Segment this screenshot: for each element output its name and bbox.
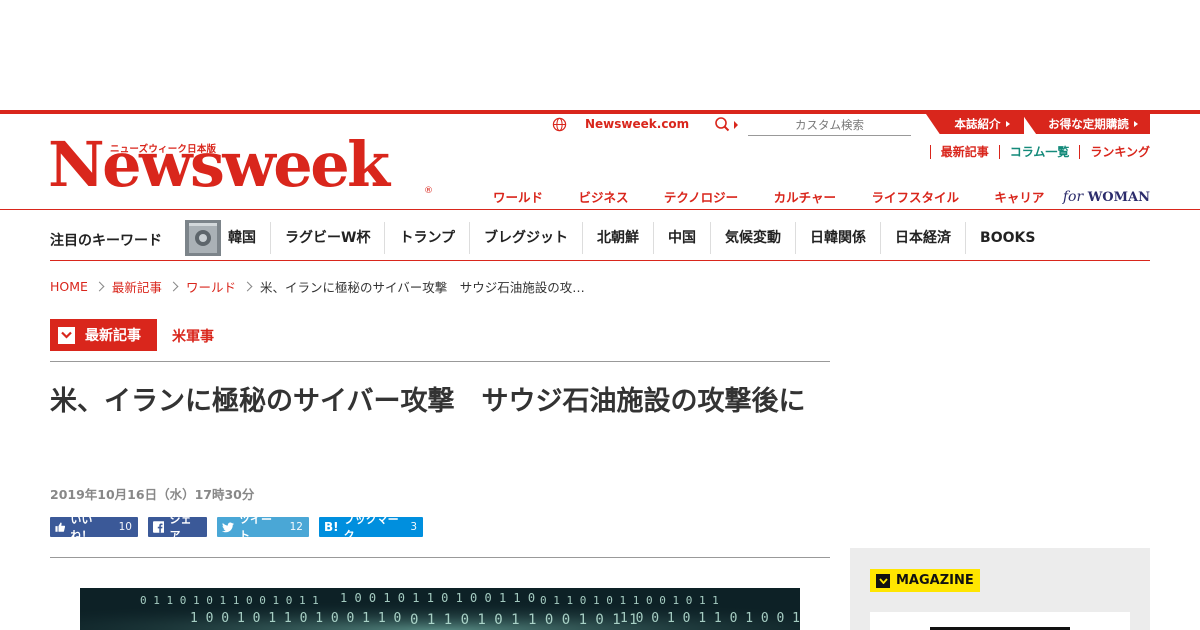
article-title: 米、イランに極秘のサイバー攻撃 サウジ石油施設の攻撃後に bbox=[50, 386, 806, 417]
keyword-thumbnail[interactable] bbox=[185, 220, 221, 256]
keyword-climate[interactable]: 気候変動 bbox=[711, 222, 797, 254]
hatena-label: ブックマーク bbox=[343, 513, 399, 542]
keyword-north-korea[interactable]: 北朝鮮 bbox=[583, 222, 655, 254]
keywords-title: 注目のキーワード bbox=[50, 233, 162, 249]
header-top-rule bbox=[0, 110, 1200, 114]
facebook-like-button[interactable]: いいね！ 10 bbox=[50, 513, 138, 542]
magazine-intro-tab[interactable]: 本誌紹介 bbox=[926, 114, 1024, 134]
breadcrumb-latest[interactable]: 最新記事 bbox=[112, 277, 162, 296]
share-bottom-rule bbox=[50, 557, 830, 558]
title-top-rule bbox=[50, 361, 830, 362]
facebook-share-button[interactable]: シェア bbox=[148, 513, 207, 542]
tweet-button[interactable]: ツイート 12 bbox=[217, 513, 309, 542]
checkbox-chevron-icon bbox=[58, 326, 75, 344]
nav-divider bbox=[0, 209, 1200, 210]
binary-row: 0 1 1 0 1 0 1 1 0 0 1 0 1 1 bbox=[540, 594, 719, 607]
chevron-right-icon bbox=[168, 281, 179, 292]
for-woman-label: WOMAN bbox=[1087, 189, 1150, 205]
nav-culture[interactable]: カルチャー bbox=[757, 187, 853, 206]
chevron-right-icon bbox=[94, 281, 105, 292]
badge-label: 最新記事 bbox=[85, 328, 141, 344]
tweet-label: ツイート bbox=[239, 513, 272, 542]
category-nav: ワールド ビジネス テクノロジー カルチャー ライフスタイル キャリア for … bbox=[476, 187, 1150, 206]
nav-for-woman[interactable]: for WOMAN bbox=[1063, 189, 1150, 205]
binary-row: 1 0 0 1 0 1 1 0 1 0 0 1 1 0 bbox=[190, 611, 401, 626]
keyword-thumbnail-image bbox=[185, 220, 221, 256]
latest-articles-link[interactable]: 最新記事 bbox=[929, 145, 999, 159]
chevron-right-icon bbox=[242, 281, 253, 292]
magazine-label[interactable]: MAGAZINE bbox=[870, 569, 980, 592]
binary-row: 0 1 1 0 1 0 1 1 0 0 1 0 1 1 bbox=[140, 594, 319, 607]
magazine-text: MAGAZINE bbox=[896, 573, 974, 588]
keyword-list: 韓国 ラグビーW杯 トランプ ブレグジット 北朝鮮 中国 気候変動 日韓関係 日… bbox=[221, 222, 1049, 254]
breadcrumb-world[interactable]: ワールド bbox=[186, 277, 236, 296]
binary-row: 0 1 1 0 1 0 1 1 0 0 1 0 1 1 bbox=[410, 612, 638, 628]
article-hero-image: 0 1 1 0 1 0 1 1 0 0 1 0 1 1 1 0 0 1 0 1 … bbox=[80, 588, 800, 630]
for-woman-prefix: for bbox=[1062, 188, 1084, 205]
breadcrumb: HOME 最新記事 ワールド 米、イランに極秘のサイバー攻撃 サウジ石油施設の攻… bbox=[50, 277, 585, 296]
keyword-rugby[interactable]: ラグビーW杯 bbox=[271, 222, 386, 254]
like-label: いいね！ bbox=[70, 513, 93, 542]
breadcrumb-home[interactable]: HOME bbox=[50, 279, 88, 294]
article-tag[interactable]: 米軍事 bbox=[172, 326, 214, 346]
ranking-link[interactable]: ランキング bbox=[1079, 145, 1150, 159]
newsweek-logo[interactable]: Newsweek bbox=[48, 134, 390, 196]
keyword-books[interactable]: BOOKS bbox=[966, 222, 1049, 254]
hatena-count: 3 bbox=[410, 521, 417, 533]
keyword-japan-korea[interactable]: 日韓関係 bbox=[796, 222, 882, 254]
newsweek-com-link[interactable]: Newsweek.com bbox=[585, 117, 689, 131]
breadcrumb-current: 米、イランに極秘のサイバー攻撃 サウジ石油施設の攻… bbox=[259, 280, 585, 295]
tweet-count: 12 bbox=[289, 521, 303, 533]
search-icon[interactable] bbox=[713, 116, 741, 134]
registered-mark: ® bbox=[424, 186, 433, 196]
keyword-brexit[interactable]: ブレグジット bbox=[470, 222, 584, 254]
binary-row: 1 0 0 1 0 1 1 0 1 0 0 1 1 0 bbox=[620, 611, 800, 626]
nav-world[interactable]: ワールド bbox=[476, 187, 560, 206]
nav-business[interactable]: ビジネス bbox=[561, 187, 645, 206]
nav-technology[interactable]: テクノロジー bbox=[647, 187, 755, 206]
keyword-divider bbox=[50, 260, 1150, 261]
arrow-right-icon bbox=[1133, 121, 1138, 127]
magazine-intro-label: 本誌紹介 bbox=[954, 117, 1001, 131]
twitter-bird-icon bbox=[222, 522, 234, 532]
article-date: 2019年10月16日（水）17時30分 bbox=[50, 487, 255, 502]
binary-row: 1 0 0 1 0 1 1 0 1 0 0 1 1 0 bbox=[340, 591, 535, 605]
keyword-korea[interactable]: 韓国 bbox=[221, 222, 271, 254]
subscription-tab[interactable]: お得な定期購読 bbox=[1022, 114, 1150, 134]
hatena-bookmark-button[interactable]: B! ブックマーク 3 bbox=[319, 513, 423, 542]
nav-career[interactable]: キャリア bbox=[977, 187, 1061, 206]
chevron-down-icon bbox=[876, 573, 890, 588]
columns-link[interactable]: コラム一覧 bbox=[998, 145, 1080, 159]
facebook-icon bbox=[153, 521, 165, 533]
hatena-b-icon: B! bbox=[324, 520, 339, 534]
subscription-label: お得な定期購読 bbox=[1048, 117, 1129, 131]
like-count: 10 bbox=[118, 521, 132, 533]
utility-links: 最新記事 コラム一覧 ランキング bbox=[929, 145, 1150, 159]
ad-space bbox=[0, 0, 1200, 110]
keyword-trump[interactable]: トランプ bbox=[385, 222, 471, 254]
keyword-china[interactable]: 中国 bbox=[654, 222, 712, 254]
fb-share-label: シェア bbox=[169, 513, 192, 542]
globe-icon bbox=[552, 117, 567, 132]
keyword-japan-economy[interactable]: 日本経済 bbox=[881, 222, 967, 254]
binary-code-image: 0 1 1 0 1 0 1 1 0 0 1 0 1 1 1 0 0 1 0 1 … bbox=[80, 588, 800, 630]
nav-lifestyle[interactable]: ライフスタイル bbox=[854, 187, 976, 206]
arrow-right-icon bbox=[1005, 121, 1010, 127]
latest-articles-badge[interactable]: 最新記事 bbox=[50, 319, 157, 351]
thumbs-up-icon bbox=[55, 522, 66, 532]
search-input[interactable] bbox=[748, 115, 911, 136]
